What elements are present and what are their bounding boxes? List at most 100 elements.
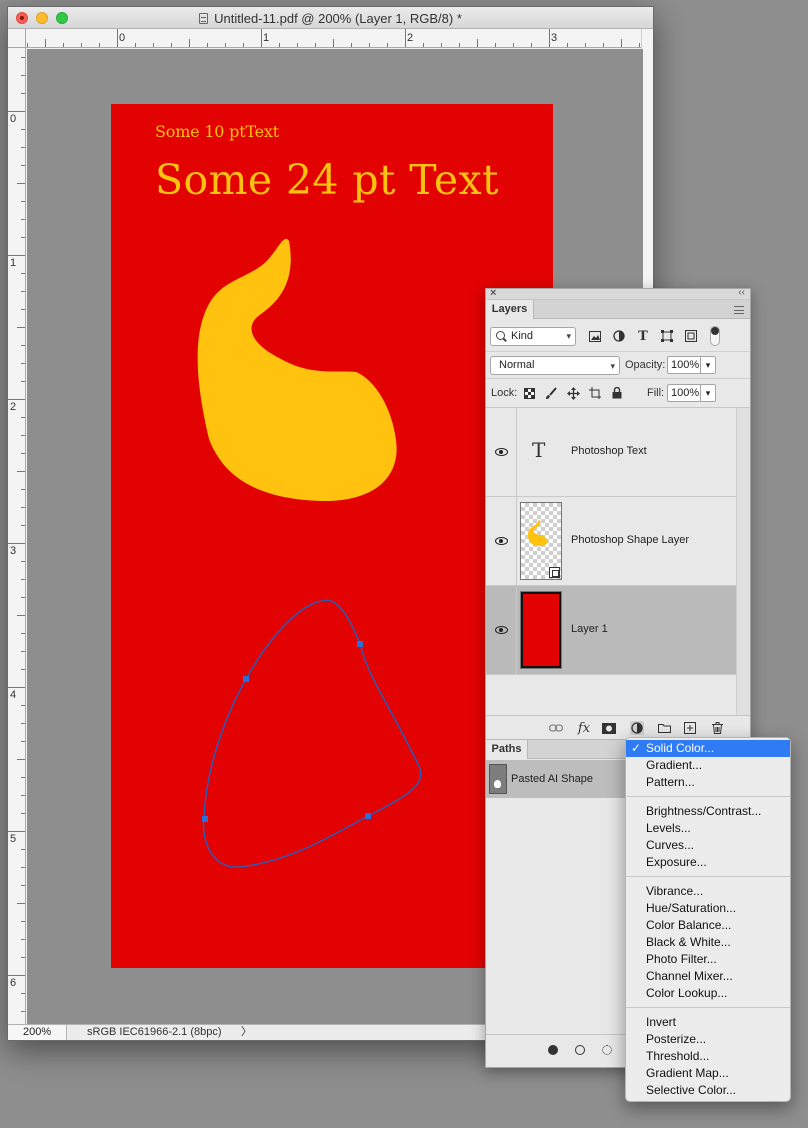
layers-tab-row: Layers — [486, 300, 750, 319]
tab-layers[interactable]: Layers — [486, 300, 534, 319]
yellow-shape[interactable] — [197, 238, 397, 502]
layer-row-photoshop-text[interactable]: T Photoshop Text — [486, 408, 736, 497]
mask-icon[interactable] — [602, 721, 616, 735]
path-row-pasted-ai-shape[interactable]: Pasted AI Shape — [486, 760, 626, 798]
menu-item-label: Pattern... — [646, 775, 695, 789]
visibility-toggle[interactable] — [486, 497, 517, 585]
menu-item-channel-mixer[interactable]: Channel Mixer... — [626, 968, 790, 985]
anchor-point[interactable] — [202, 816, 208, 822]
ruler-tick — [369, 43, 370, 47]
close-panel-icon[interactable]: × — [490, 287, 496, 299]
menu-item-color-balance[interactable]: Color Balance... — [626, 917, 790, 934]
ruler-tick — [21, 849, 25, 850]
menu-item-solid-color[interactable]: ✓ Solid Color... — [626, 740, 790, 757]
path-outline[interactable] — [202, 599, 422, 868]
menu-item-selective-color[interactable]: Selective Color... — [626, 1082, 790, 1099]
anchor-point[interactable] — [365, 813, 371, 819]
menu-separator — [626, 1002, 790, 1014]
menu-item-color-lookup[interactable]: Color Lookup... — [626, 985, 790, 1002]
lock-transparency-icon[interactable] — [522, 386, 536, 400]
status-menu-arrow[interactable]: 〉 — [241, 1025, 252, 1040]
layers-scrollbar[interactable] — [736, 407, 750, 715]
menu-item-hue-saturation[interactable]: Hue/Saturation... — [626, 900, 790, 917]
opacity-field[interactable]: 100% — [667, 356, 701, 374]
zoom-level-field[interactable]: 200% — [8, 1025, 67, 1040]
ruler-label: 3 — [551, 32, 558, 44]
ruler-tick — [21, 939, 25, 940]
layer-thumbnail[interactable] — [520, 591, 562, 669]
trash-icon[interactable] — [710, 721, 724, 735]
tab-paths[interactable]: Paths — [486, 740, 528, 759]
ruler-tick — [171, 43, 172, 47]
fill-dropdown-arrow[interactable]: ▾ — [701, 384, 716, 402]
vector-mask-icon — [549, 567, 560, 578]
smart-object-filter-icon[interactable] — [684, 329, 698, 343]
layer-name[interactable]: Layer 1 — [571, 623, 608, 635]
type-filter-icon[interactable]: T — [636, 329, 650, 344]
lock-all-icon[interactable] — [610, 386, 624, 400]
menu-item-black-white[interactable]: Black & White... — [626, 934, 790, 951]
ruler-tick — [531, 43, 532, 47]
layer-name[interactable]: Photoshop Shape Layer — [571, 534, 689, 546]
ruler-tick — [21, 273, 25, 274]
menu-item-vibrance[interactable]: Vibrance... — [626, 883, 790, 900]
visibility-toggle[interactable] — [486, 586, 517, 674]
layer-name[interactable]: Photoshop Text — [571, 445, 647, 457]
filter-toggle[interactable] — [710, 326, 720, 346]
menu-item-threshold[interactable]: Threshold... — [626, 1048, 790, 1065]
horizontal-ruler[interactable]: 0 1 2 3 — [26, 29, 641, 48]
ruler-corner[interactable] — [8, 29, 26, 48]
vertical-ruler[interactable]: 0 1 2 3 4 5 6 — [8, 48, 26, 1026]
ruler-tick — [21, 237, 25, 238]
blend-mode-select[interactable]: Normal ▾ — [490, 356, 620, 375]
menu-item-label: Gradient Map... — [646, 1066, 729, 1080]
opacity-dropdown-arrow[interactable]: ▾ — [701, 356, 716, 374]
menu-item-curves[interactable]: Curves... — [626, 837, 790, 854]
new-layer-icon[interactable] — [683, 721, 697, 735]
ruler-tick — [21, 597, 25, 598]
anchor-point[interactable] — [357, 641, 363, 647]
menu-item-pattern[interactable]: Pattern... — [626, 774, 790, 791]
menu-item-gradient-map[interactable]: Gradient Map... — [626, 1065, 790, 1082]
panel-header[interactable]: × ‹‹ — [486, 287, 750, 300]
layer-row-photoshop-shape-layer[interactable]: Photoshop Shape Layer — [486, 497, 736, 586]
eye-icon — [494, 626, 508, 634]
load-selection-icon[interactable] — [602, 1045, 612, 1055]
menu-item-brightness-contrast[interactable]: Brightness/Contrast... — [626, 803, 790, 820]
collapse-panel-icon[interactable]: ‹‹ — [738, 287, 745, 298]
menu-item-levels[interactable]: Levels... — [626, 820, 790, 837]
layer-thumbnail[interactable] — [520, 502, 562, 580]
title-bar[interactable]: Untitled-11.pdf @ 200% (Layer 1, RGB/8) … — [8, 7, 653, 29]
link-icon[interactable] — [549, 721, 563, 735]
pixel-filter-icon[interactable] — [588, 329, 602, 343]
anchor-point[interactable] — [243, 676, 249, 682]
lock-artboard-icon[interactable] — [588, 386, 602, 400]
panel-menu-icon[interactable] — [734, 306, 744, 314]
menu-item-invert[interactable]: Invert — [626, 1014, 790, 1031]
menu-item-label: Brightness/Contrast... — [646, 804, 762, 818]
menu-separator — [626, 791, 790, 803]
menu-item-posterize[interactable]: Posterize... — [626, 1031, 790, 1048]
filter-kind-select[interactable]: Kind ▾ — [490, 327, 576, 346]
fill-path-icon[interactable] — [548, 1045, 558, 1055]
lock-pixels-brush-icon[interactable] — [544, 386, 558, 400]
adjustment-icon[interactable] — [630, 721, 644, 735]
ruler-tick — [423, 43, 424, 47]
path-name[interactable]: Pasted AI Shape — [511, 773, 593, 785]
layer-row-layer-1[interactable]: Layer 1 — [486, 586, 736, 675]
shape-filter-icon[interactable] — [660, 329, 674, 343]
folder-icon[interactable] — [657, 721, 671, 735]
visibility-toggle[interactable] — [486, 408, 517, 496]
ruler-tick — [243, 43, 244, 47]
fx-icon[interactable]: fx — [577, 721, 591, 736]
menu-item-photo-filter[interactable]: Photo Filter... — [626, 951, 790, 968]
adjustment-filter-icon[interactable] — [612, 329, 626, 343]
menu-item-gradient[interactable]: Gradient... — [626, 757, 790, 774]
menu-separator — [626, 871, 790, 883]
stroke-path-icon[interactable] — [575, 1045, 585, 1055]
fill-field[interactable]: 100% — [667, 384, 701, 402]
lock-position-move-icon[interactable] — [566, 386, 580, 400]
ruler-tick — [21, 669, 25, 670]
menu-item-exposure[interactable]: Exposure... — [626, 854, 790, 871]
ruler-tick — [45, 39, 46, 47]
